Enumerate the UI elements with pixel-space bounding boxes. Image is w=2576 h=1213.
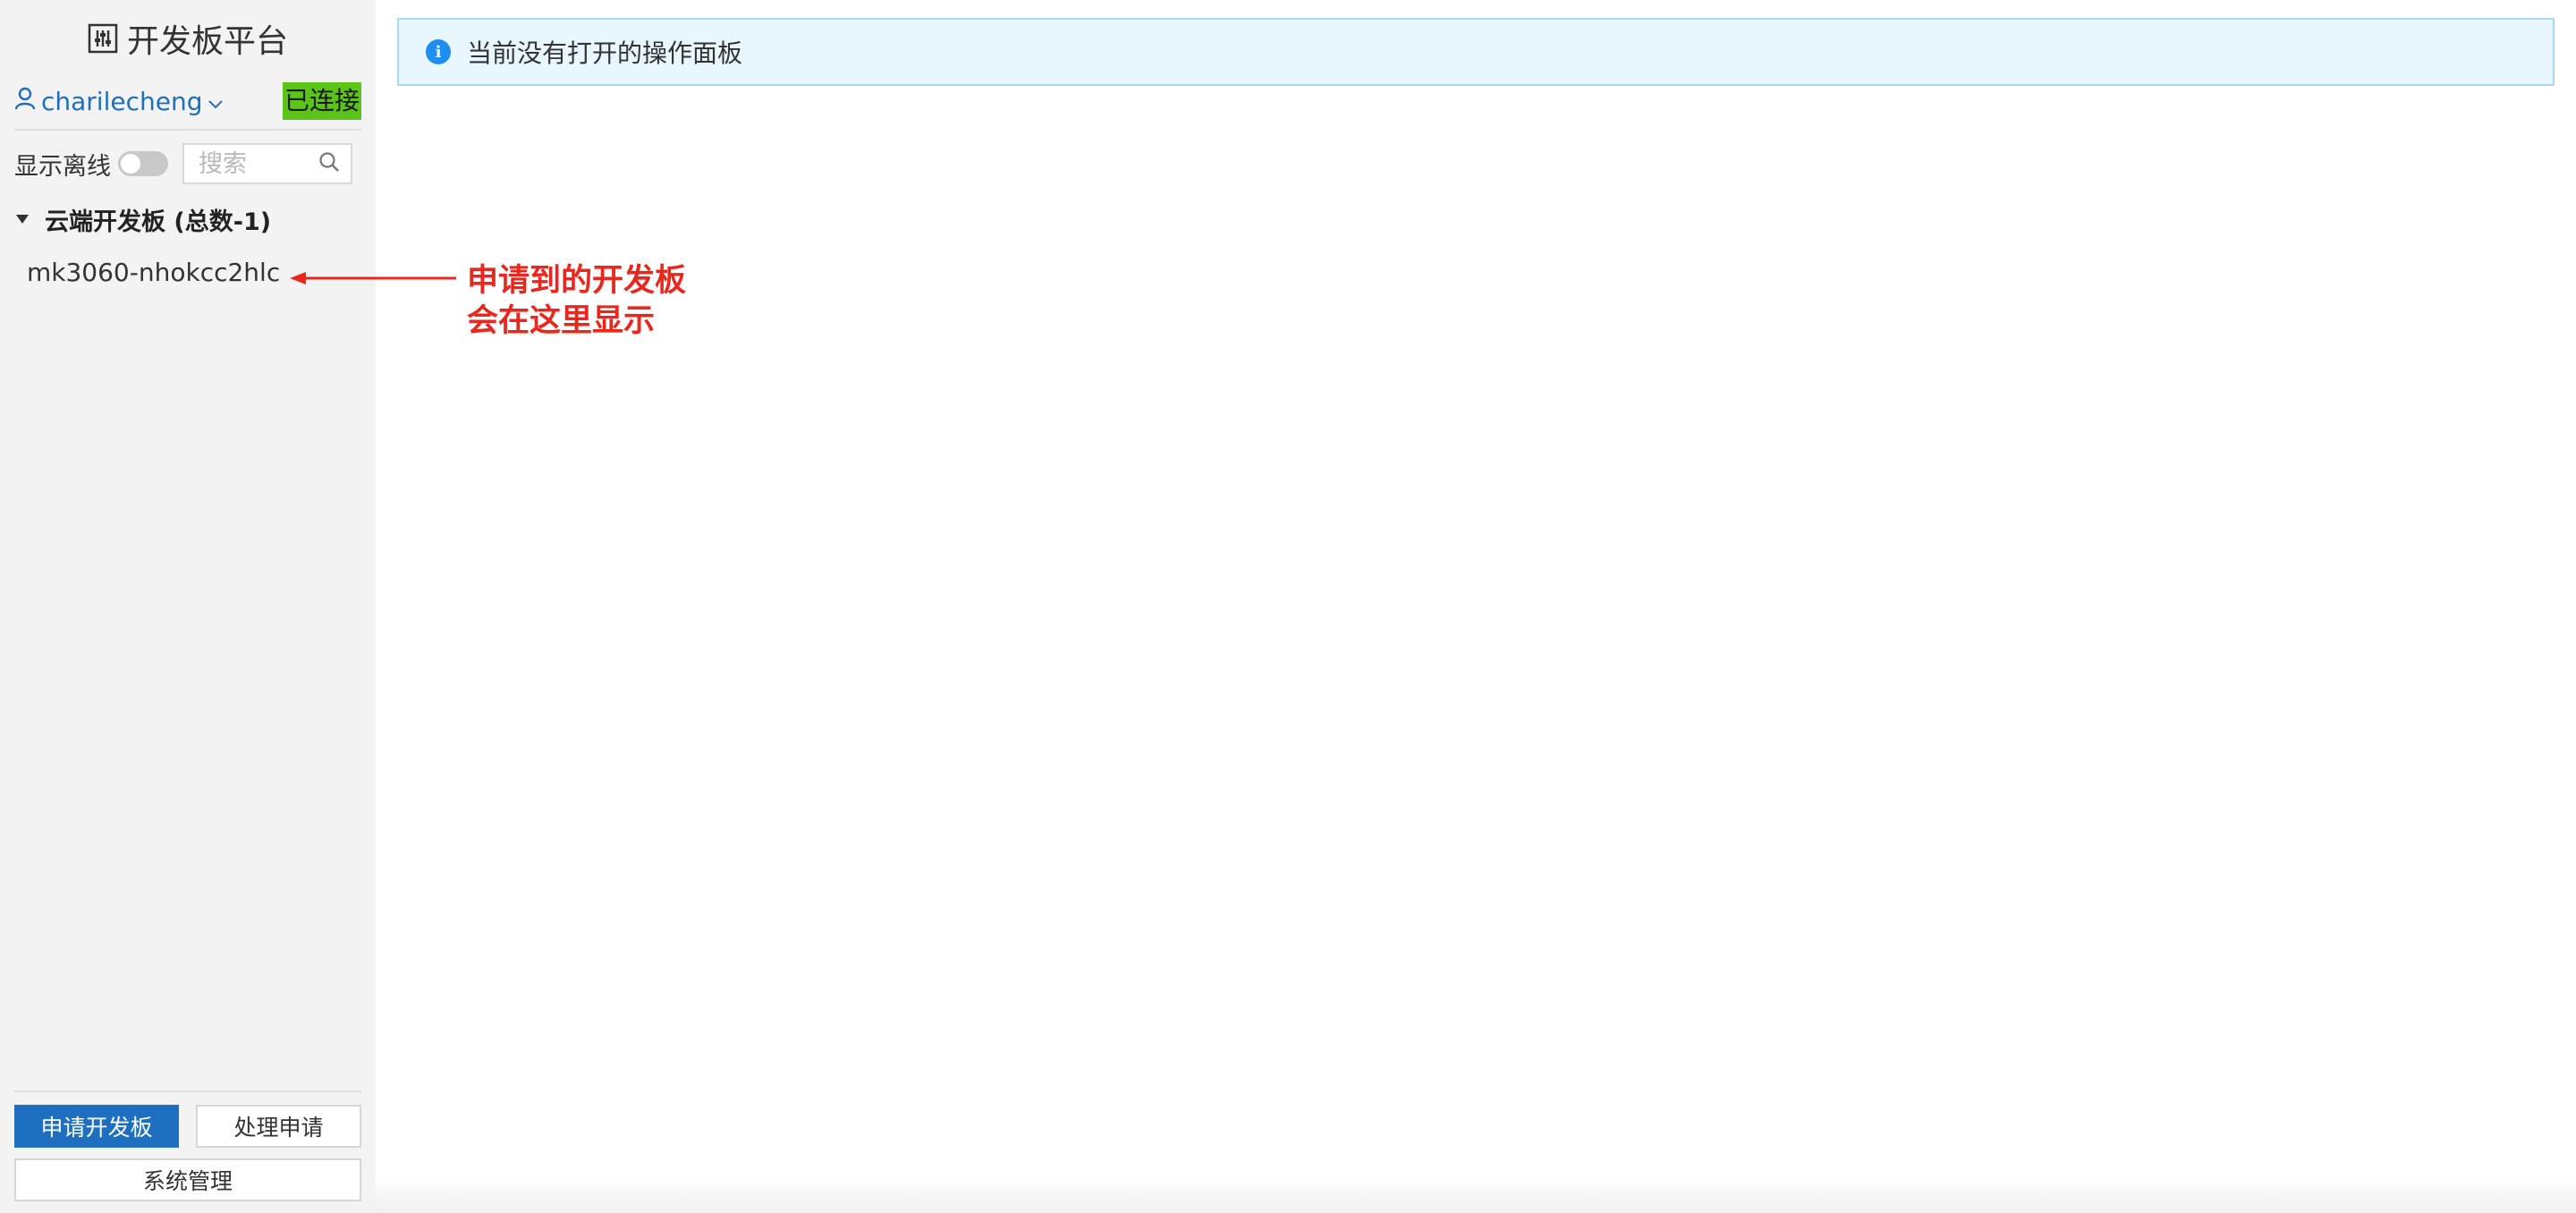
user-menu[interactable]: charilecheng — [14, 87, 224, 116]
annotation-line-1: 申请到的开发板 — [467, 263, 687, 299]
sidebar: 开发板平台 charilecheng 已连接 显示离线 搜索 云端开发板 (总数… — [0, 0, 376, 1213]
brand-title: 开发板平台 — [126, 23, 288, 60]
show-offline-toggle[interactable] — [118, 151, 168, 176]
bottom-shadow — [376, 1177, 2576, 1213]
annotation-callout: 申请到的开发板 会在这里显示 — [467, 261, 686, 342]
sliders-icon — [88, 23, 118, 54]
tree-group-cloud-boards[interactable]: 云端开发板 (总数-1) — [14, 199, 361, 240]
connection-status-badge: 已连接 — [282, 82, 361, 120]
username: charilecheng — [41, 86, 203, 116]
user-row: charilecheng 已连接 — [14, 79, 361, 123]
toggle-knob — [121, 154, 140, 174]
search-icon[interactable] — [318, 151, 340, 176]
system-management-button[interactable]: 系统管理 — [14, 1158, 361, 1201]
annotation-line-2: 会在这里显示 — [467, 303, 656, 339]
divider — [14, 1090, 361, 1092]
alert-message: 当前没有打开的操作面板 — [467, 38, 743, 68]
show-offline-label: 显示离线 — [14, 152, 111, 181]
brand-header: 开发板平台 — [0, 14, 376, 63]
info-alert: i 当前没有打开的操作面板 — [397, 18, 2555, 86]
divider — [14, 129, 361, 131]
search-box — [182, 143, 352, 184]
handle-requests-button[interactable]: 处理申请 — [196, 1105, 361, 1148]
device-list-item[interactable]: mk3060-nhokcc2hlc — [27, 258, 280, 287]
main-panel: i 当前没有打开的操作面板 — [376, 0, 2576, 1213]
chevron-down-icon — [208, 87, 224, 116]
apply-board-button[interactable]: 申请开发板 — [14, 1105, 179, 1148]
search-input[interactable] — [197, 148, 308, 179]
app-window: 开发板平台 charilecheng 已连接 显示离线 搜索 云端开发板 (总数… — [0, 0, 2576, 1213]
info-icon: i — [426, 39, 451, 64]
caret-down-icon — [16, 215, 29, 224]
tree-group-label: 云端开发板 (总数-1) — [45, 208, 272, 236]
annotation-arrow-icon — [290, 272, 456, 284]
user-icon — [14, 87, 36, 116]
filter-row: 显示离线 — [14, 141, 361, 186]
